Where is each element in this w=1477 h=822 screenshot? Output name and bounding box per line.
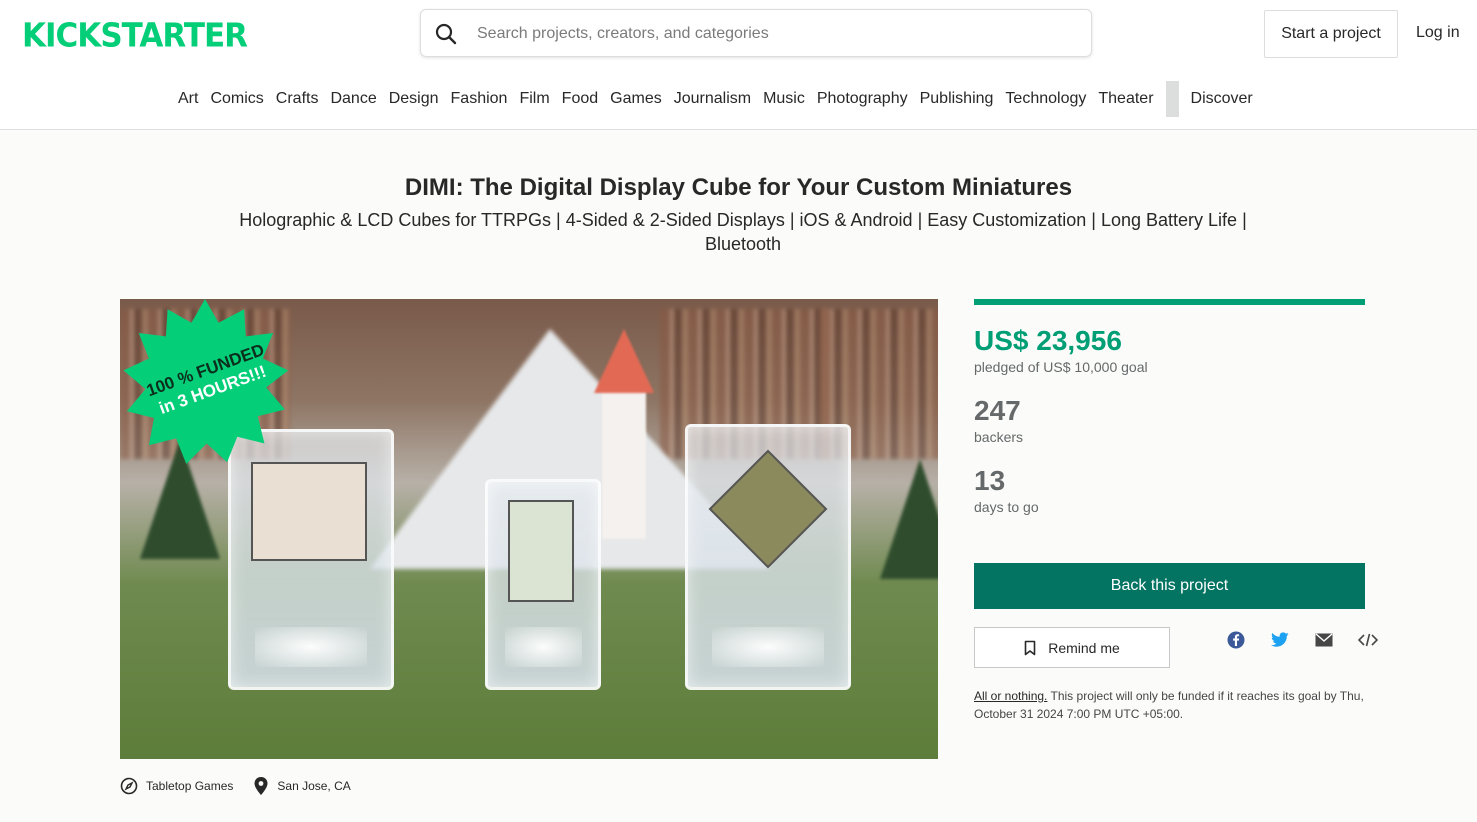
cube-screen (251, 462, 367, 561)
location-tag[interactable]: San Jose, CA (253, 776, 351, 796)
twitter-icon (1271, 632, 1289, 647)
cube-screen (508, 500, 574, 602)
bookmark-icon (1024, 640, 1036, 655)
kickstarter-logo[interactable]: KICKSTARTER (22, 17, 248, 55)
back-project-button[interactable]: Back this project (974, 563, 1365, 609)
category-photography[interactable]: Photography (811, 90, 914, 117)
holo-cube-right (685, 424, 851, 690)
category-theater[interactable]: Theater (1092, 90, 1159, 117)
start-project-button[interactable]: Start a project (1264, 10, 1398, 58)
category-games[interactable]: Games (604, 90, 668, 117)
embed-icon (1358, 633, 1378, 647)
progress-fill (974, 299, 1365, 305)
cube-glow (712, 627, 824, 667)
project-subtitle: Holographic & LCD Cubes for TTRPGs | 4-S… (239, 210, 1247, 254)
category-fashion[interactable]: Fashion (445, 90, 514, 117)
remind-me-label: Remind me (1048, 639, 1120, 656)
category-dance[interactable]: Dance (324, 90, 382, 117)
category-film[interactable]: Film (513, 90, 555, 117)
project-main: DIMI: The Digital Display Cube for Your … (0, 130, 1477, 822)
email-icon (1315, 633, 1333, 647)
all-or-nothing-note: All or nothing. This project will only b… (974, 687, 1365, 723)
category-comics[interactable]: Comics (204, 90, 269, 117)
category-journalism[interactable]: Journalism (668, 90, 757, 117)
tree-prop (880, 459, 938, 579)
lcd-cube-center (485, 479, 601, 690)
search-input[interactable] (475, 20, 1079, 48)
category-music[interactable]: Music (757, 90, 811, 117)
funding-stats: US$ 23,956 pledged of US$ 10,000 goal 24… (974, 299, 1378, 721)
cube-screen (708, 449, 828, 569)
category-crafts[interactable]: Crafts (270, 90, 325, 117)
search-icon (435, 23, 457, 45)
days-count: 13 (974, 465, 1006, 496)
tower-prop (594, 329, 654, 539)
login-link[interactable]: Log in (1416, 24, 1460, 42)
twitter-share[interactable] (1258, 630, 1302, 650)
category-nav: Art Comics Crafts Dance Design Fashion F… (0, 68, 1477, 130)
location-label: San Jose, CA (277, 779, 351, 793)
days-label: days to go (974, 499, 1039, 515)
backers-count: 247 (974, 395, 1021, 426)
all-or-nothing-link[interactable]: All or nothing. (974, 689, 1047, 703)
facebook-icon (1227, 631, 1245, 649)
site-header: KICKSTARTER Start a project Log in (0, 0, 1477, 68)
category-technology[interactable]: Technology (999, 90, 1092, 117)
pledged-amount: US$ 23,956 (974, 325, 1122, 356)
cube-glow (504, 627, 582, 667)
funded-badge: 100 % FUNDED in 3 HOURS!!! (120, 299, 290, 469)
category-tag[interactable]: Tabletop Games (120, 777, 233, 795)
discover-link[interactable]: Discover (1185, 90, 1259, 117)
category-design[interactable]: Design (383, 90, 445, 117)
email-share[interactable] (1302, 630, 1346, 650)
search-bar[interactable] (420, 9, 1092, 57)
category-art[interactable]: Art (172, 90, 204, 117)
category-label: Tabletop Games (146, 779, 234, 793)
backers-label: backers (974, 429, 1024, 445)
project-meta: Tabletop Games San Jose, CA (120, 776, 371, 796)
facebook-share[interactable] (1214, 630, 1258, 650)
remind-me-button[interactable]: Remind me (974, 627, 1170, 668)
category-publishing[interactable]: Publishing (914, 90, 1000, 117)
project-title: DIMI: The Digital Display Cube for Your … (404, 174, 1073, 201)
nav-divider (1165, 81, 1179, 117)
location-pin-icon (254, 777, 268, 795)
project-hero-image[interactable]: 100 % FUNDED in 3 HOURS!!! (120, 299, 938, 759)
share-icons (1214, 630, 1390, 650)
embed-share[interactable] (1346, 630, 1390, 650)
pledged-goal: pledged of US$ 10,000 goal (974, 359, 1148, 375)
funding-progress-bar (974, 299, 1365, 305)
cube-glow (255, 627, 367, 667)
category-food[interactable]: Food (556, 90, 604, 117)
compass-icon (120, 777, 138, 795)
